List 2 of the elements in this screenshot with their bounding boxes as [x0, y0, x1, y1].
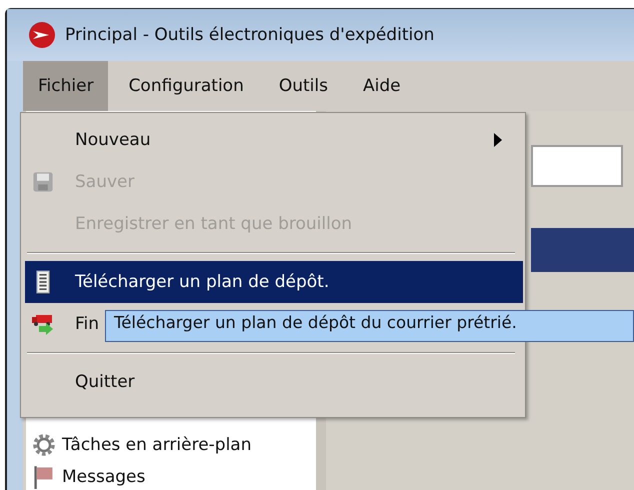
tooltip: Télécharger un plan de dépôt du courrier prétrié.	[105, 310, 634, 342]
window-title: Principal - Outils électroniques d'expédition	[65, 25, 434, 45]
